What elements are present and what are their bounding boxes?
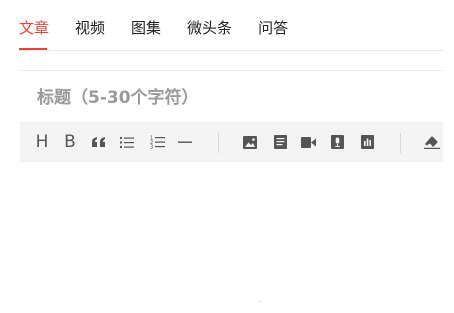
image-icon xyxy=(243,135,257,149)
bold-icon: B xyxy=(64,131,76,152)
insert-image-button[interactable] xyxy=(239,123,261,161)
svg-text:3: 3 xyxy=(150,145,153,150)
bold-button[interactable]: B xyxy=(60,123,80,161)
heading-button[interactable]: H xyxy=(32,123,52,161)
video-icon xyxy=(300,136,316,148)
heading-icon: H xyxy=(35,131,49,152)
audio-icon xyxy=(330,135,344,149)
tab-gallery[interactable]: 图集 xyxy=(131,18,161,38)
editor-page: 文章 视频 图集 微头条 问答 H B xyxy=(0,0,454,313)
insert-chart-button[interactable] xyxy=(356,123,378,161)
section-divider xyxy=(19,70,443,71)
numbered-list-icon: 1 2 3 xyxy=(150,135,165,149)
numbered-list-button[interactable]: 1 2 3 xyxy=(146,123,168,161)
document-icon xyxy=(273,135,287,149)
tab-qa[interactable]: 问答 xyxy=(258,18,288,38)
title-input[interactable] xyxy=(37,84,417,112)
insert-document-button[interactable] xyxy=(269,123,291,161)
content-type-tabs: 文章 视频 图集 微头条 问答 xyxy=(19,17,314,39)
tab-video[interactable]: 视频 xyxy=(75,18,105,38)
eraser-icon xyxy=(424,135,440,149)
clear-format-button[interactable] xyxy=(421,123,443,161)
tabs-divider xyxy=(19,50,443,51)
tab-article[interactable]: 文章 xyxy=(19,18,49,38)
toolbar-separator-2 xyxy=(400,133,401,153)
chart-icon xyxy=(360,135,374,149)
toolbar-separator xyxy=(218,133,219,153)
quote-button[interactable] xyxy=(88,123,110,161)
caret-dot xyxy=(259,301,261,302)
bullet-list-icon xyxy=(120,136,134,149)
quote-icon xyxy=(92,137,106,147)
editor-toolbar: H B 1 2 3 xyxy=(20,122,443,162)
insert-audio-button[interactable] xyxy=(326,123,348,161)
insert-video-button[interactable] xyxy=(297,123,319,161)
tab-micro-post[interactable]: 微头条 xyxy=(187,18,232,38)
horizontal-rule-icon xyxy=(178,140,192,144)
bullet-list-button[interactable] xyxy=(116,123,138,161)
horizontal-rule-button[interactable] xyxy=(174,123,196,161)
